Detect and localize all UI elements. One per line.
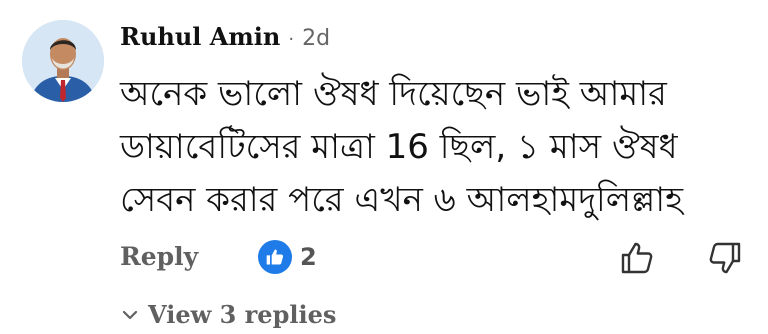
view-replies-button[interactable]: View 3 replies: [120, 300, 336, 329]
thumb-down-button[interactable]: [705, 238, 745, 278]
comment-text: অনেক ভালো ঔষধ দিয়েছেন ভাই আমার ডায়াবেট…: [120, 68, 750, 227]
comment-header: Ruhul Amin · 2d: [120, 22, 330, 51]
thumb-down-icon: [709, 242, 741, 274]
comment-text-line: সেবন করার পরে এখন ৬ আলহামদুলিল্লাহ: [120, 180, 684, 220]
avatar-image: [22, 20, 104, 102]
thumb-up-icon: [621, 242, 653, 274]
comment-text-line: অনেক ভালো ঔষধ দিয়েছেন ভাই আমার: [120, 74, 667, 114]
thumb-up-button[interactable]: [617, 238, 657, 278]
comment-actions: Reply 2: [120, 238, 746, 282]
timestamp[interactable]: 2d: [302, 26, 330, 51]
comment: Ruhul Amin · 2d অনেক ভালো ঔষধ দিয়েছেন ভ…: [0, 0, 768, 334]
author-name[interactable]: Ruhul Amin: [120, 22, 280, 51]
like-count: 2: [300, 243, 317, 271]
avatar[interactable]: [22, 20, 104, 102]
like-reaction-icon: [258, 240, 292, 274]
like-reactions[interactable]: 2: [258, 240, 317, 274]
separator-dot: ·: [288, 29, 295, 50]
reply-button[interactable]: Reply: [120, 242, 198, 271]
comment-text-line: ডায়াবেটিসের মাত্রা 16 ছিল, ১ মাস ঔষধ: [120, 127, 678, 167]
view-replies-label: View 3 replies: [148, 300, 337, 329]
chevron-down-icon: [122, 310, 138, 319]
